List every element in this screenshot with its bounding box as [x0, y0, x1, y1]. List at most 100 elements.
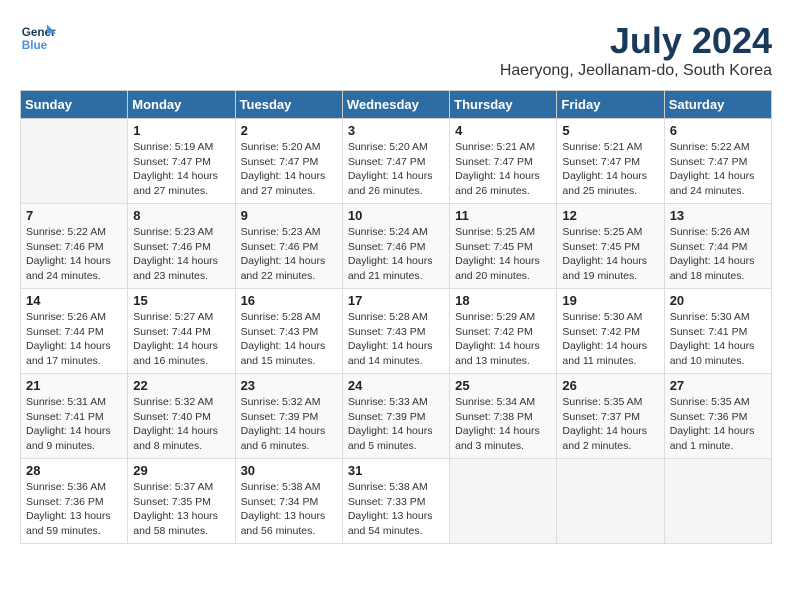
day-cell: 14 Sunrise: 5:26 AMSunset: 7:44 PMDayligh…	[21, 289, 128, 374]
day-number: 31	[348, 463, 444, 478]
day-cell: 17 Sunrise: 5:28 AMSunset: 7:43 PMDayligh…	[342, 289, 449, 374]
day-number: 4	[455, 123, 551, 138]
day-cell: 24Sunrise: 5:33 AMSunset: 7:39 PMDayligh…	[342, 374, 449, 459]
day-cell: 28 Sunrise: 5:36 AMSunset: 7:36 PMDayligh…	[21, 459, 128, 544]
header-cell-friday: Friday	[557, 91, 664, 119]
day-number: 9	[241, 208, 337, 223]
day-cell: 10 Sunrise: 5:24 AMSunset: 7:46 PMDayligh…	[342, 204, 449, 289]
day-info: Sunrise: 5:25 AMSunset: 7:45 PMDaylight:…	[455, 225, 551, 284]
day-cell: 16 Sunrise: 5:28 AMSunset: 7:43 PMDayligh…	[235, 289, 342, 374]
day-info: Sunrise: 5:20 AMSunset: 7:47 PMDaylight:…	[348, 140, 444, 199]
day-number: 19	[562, 293, 658, 308]
day-cell: 15Sunrise: 5:27 AMSunset: 7:44 PMDayligh…	[128, 289, 235, 374]
day-cell	[450, 459, 557, 544]
day-number: 8	[133, 208, 229, 223]
header-cell-sunday: Sunday	[21, 91, 128, 119]
day-info: Sunrise: 5:30 AMSunset: 7:41 PMDaylight:…	[670, 310, 766, 369]
day-number: 29	[133, 463, 229, 478]
day-cell: 30 Sunrise: 5:38 AMSunset: 7:34 PMDayligh…	[235, 459, 342, 544]
day-number: 13	[670, 208, 766, 223]
day-number: 5	[562, 123, 658, 138]
day-number: 3	[348, 123, 444, 138]
day-info: Sunrise: 5:36 AMSunset: 7:36 PMDaylight:…	[26, 480, 122, 539]
day-number: 2	[241, 123, 337, 138]
day-info: Sunrise: 5:34 AMSunset: 7:38 PMDaylight:…	[455, 395, 551, 454]
page-header: General Blue July 2024 Haeryong, Jeollan…	[20, 20, 772, 80]
day-number: 6	[670, 123, 766, 138]
day-cell: 3 Sunrise: 5:20 AMSunset: 7:47 PMDaylight…	[342, 119, 449, 204]
location-title: Haeryong, Jeollanam-do, South Korea	[500, 62, 772, 80]
title-block: July 2024 Haeryong, Jeollanam-do, South …	[500, 20, 772, 80]
day-info: Sunrise: 5:23 AMSunset: 7:46 PMDaylight:…	[241, 225, 337, 284]
day-info: Sunrise: 5:22 AMSunset: 7:47 PMDaylight:…	[670, 140, 766, 199]
day-cell: 27 Sunrise: 5:35 AMSunset: 7:36 PMDayligh…	[664, 374, 771, 459]
day-cell: 29 Sunrise: 5:37 AMSunset: 7:35 PMDayligh…	[128, 459, 235, 544]
header-cell-monday: Monday	[128, 91, 235, 119]
logo: General Blue	[20, 20, 56, 56]
day-info: Sunrise: 5:28 AMSunset: 7:43 PMDaylight:…	[348, 310, 444, 369]
day-cell: 19 Sunrise: 5:30 AMSunset: 7:42 PMDayligh…	[557, 289, 664, 374]
day-number: 28	[26, 463, 122, 478]
day-cell: 22 Sunrise: 5:32 AMSunset: 7:40 PMDayligh…	[128, 374, 235, 459]
day-info: Sunrise: 5:28 AMSunset: 7:43 PMDaylight:…	[241, 310, 337, 369]
day-number: 26	[562, 378, 658, 393]
week-row-4: 21Sunrise: 5:31 AMSunset: 7:41 PMDayligh…	[21, 374, 772, 459]
day-info: Sunrise: 5:23 AMSunset: 7:46 PMDaylight:…	[133, 225, 229, 284]
header-row: SundayMondayTuesdayWednesdayThursdayFrid…	[21, 91, 772, 119]
day-cell: 11 Sunrise: 5:25 AMSunset: 7:45 PMDayligh…	[450, 204, 557, 289]
day-cell: 2 Sunrise: 5:20 AMSunset: 7:47 PMDaylight…	[235, 119, 342, 204]
day-info: Sunrise: 5:35 AMSunset: 7:37 PMDaylight:…	[562, 395, 658, 454]
day-cell: 21Sunrise: 5:31 AMSunset: 7:41 PMDayligh…	[21, 374, 128, 459]
week-row-2: 7Sunrise: 5:22 AMSunset: 7:46 PMDaylight…	[21, 204, 772, 289]
day-info: Sunrise: 5:19 AMSunset: 7:47 PMDaylight:…	[133, 140, 229, 199]
week-row-5: 28 Sunrise: 5:36 AMSunset: 7:36 PMDayligh…	[21, 459, 772, 544]
day-info: Sunrise: 5:21 AMSunset: 7:47 PMDaylight:…	[455, 140, 551, 199]
day-number: 18	[455, 293, 551, 308]
day-info: Sunrise: 5:38 AMSunset: 7:34 PMDaylight:…	[241, 480, 337, 539]
day-cell	[664, 459, 771, 544]
day-number: 27	[670, 378, 766, 393]
day-info: Sunrise: 5:26 AMSunset: 7:44 PMDaylight:…	[26, 310, 122, 369]
day-cell: 13Sunrise: 5:26 AMSunset: 7:44 PMDayligh…	[664, 204, 771, 289]
day-info: Sunrise: 5:35 AMSunset: 7:36 PMDaylight:…	[670, 395, 766, 454]
day-cell: 12 Sunrise: 5:25 AMSunset: 7:45 PMDayligh…	[557, 204, 664, 289]
day-info: Sunrise: 5:25 AMSunset: 7:45 PMDaylight:…	[562, 225, 658, 284]
day-cell: 20Sunrise: 5:30 AMSunset: 7:41 PMDayligh…	[664, 289, 771, 374]
day-info: Sunrise: 5:32 AMSunset: 7:40 PMDaylight:…	[133, 395, 229, 454]
week-row-3: 14 Sunrise: 5:26 AMSunset: 7:44 PMDayligh…	[21, 289, 772, 374]
day-number: 10	[348, 208, 444, 223]
day-info: Sunrise: 5:30 AMSunset: 7:42 PMDaylight:…	[562, 310, 658, 369]
day-info: Sunrise: 5:38 AMSunset: 7:33 PMDaylight:…	[348, 480, 444, 539]
week-row-1: 1Sunrise: 5:19 AMSunset: 7:47 PMDaylight…	[21, 119, 772, 204]
svg-text:Blue: Blue	[22, 39, 48, 52]
day-cell	[557, 459, 664, 544]
day-number: 11	[455, 208, 551, 223]
day-number: 22	[133, 378, 229, 393]
day-number: 17	[348, 293, 444, 308]
day-info: Sunrise: 5:29 AMSunset: 7:42 PMDaylight:…	[455, 310, 551, 369]
month-title: July 2024	[500, 20, 772, 62]
day-number: 23	[241, 378, 337, 393]
day-cell: 7Sunrise: 5:22 AMSunset: 7:46 PMDaylight…	[21, 204, 128, 289]
day-info: Sunrise: 5:37 AMSunset: 7:35 PMDaylight:…	[133, 480, 229, 539]
day-cell: 25 Sunrise: 5:34 AMSunset: 7:38 PMDayligh…	[450, 374, 557, 459]
day-number: 14	[26, 293, 122, 308]
header-cell-saturday: Saturday	[664, 91, 771, 119]
day-number: 25	[455, 378, 551, 393]
day-cell: 4 Sunrise: 5:21 AMSunset: 7:47 PMDaylight…	[450, 119, 557, 204]
day-info: Sunrise: 5:20 AMSunset: 7:47 PMDaylight:…	[241, 140, 337, 199]
day-number: 12	[562, 208, 658, 223]
day-info: Sunrise: 5:32 AMSunset: 7:39 PMDaylight:…	[241, 395, 337, 454]
day-cell	[21, 119, 128, 204]
logo-icon: General Blue	[20, 20, 56, 56]
header-cell-thursday: Thursday	[450, 91, 557, 119]
day-info: Sunrise: 5:24 AMSunset: 7:46 PMDaylight:…	[348, 225, 444, 284]
day-number: 30	[241, 463, 337, 478]
day-number: 16	[241, 293, 337, 308]
day-cell: 31 Sunrise: 5:38 AMSunset: 7:33 PMDayligh…	[342, 459, 449, 544]
day-cell: 23 Sunrise: 5:32 AMSunset: 7:39 PMDayligh…	[235, 374, 342, 459]
day-cell: 8 Sunrise: 5:23 AMSunset: 7:46 PMDaylight…	[128, 204, 235, 289]
header-cell-tuesday: Tuesday	[235, 91, 342, 119]
day-number: 15	[133, 293, 229, 308]
day-cell: 9 Sunrise: 5:23 AMSunset: 7:46 PMDaylight…	[235, 204, 342, 289]
